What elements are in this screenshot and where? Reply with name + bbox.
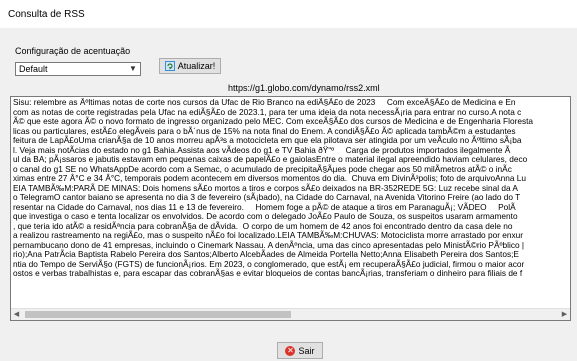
title-bar: Consulta de RSS xyxy=(0,0,577,28)
feed-url: https://g1.globo.com/dynamo/rss2.xml xyxy=(228,83,380,93)
scroll-right-icon[interactable]: ▶ xyxy=(559,309,570,320)
rss-content-textbox[interactable]: Sisu: relembre as Ãºltimas notas de cort… xyxy=(10,96,571,321)
update-button[interactable]: Atualizar! xyxy=(159,58,221,74)
accent-config-label: Configuração de acentuação xyxy=(15,46,131,56)
scrollbar-thumb[interactable] xyxy=(25,311,291,318)
scroll-left-icon[interactable]: ◀ xyxy=(11,309,22,320)
exit-button-label: Sair xyxy=(298,345,315,356)
window-title: Consulta de RSS xyxy=(8,9,85,20)
close-circle-icon: ✕ xyxy=(285,345,296,356)
content-line: ostos e verbas trabalhistas e, para esca… xyxy=(13,268,523,278)
accent-select-value: Default xyxy=(19,64,48,74)
update-button-label: Atualizar! xyxy=(177,61,216,71)
chevron-down-icon[interactable]: ▼ xyxy=(128,63,138,75)
horizontal-scrollbar[interactable]: ◀ ▶ xyxy=(11,308,570,320)
accent-select[interactable]: Default ▼ xyxy=(15,62,141,76)
exit-button[interactable]: ✕ Sair xyxy=(277,342,323,359)
refresh-icon xyxy=(164,61,175,71)
rss-content-text: Sisu: relembre as Ãºltimas notas de cort… xyxy=(13,98,569,308)
